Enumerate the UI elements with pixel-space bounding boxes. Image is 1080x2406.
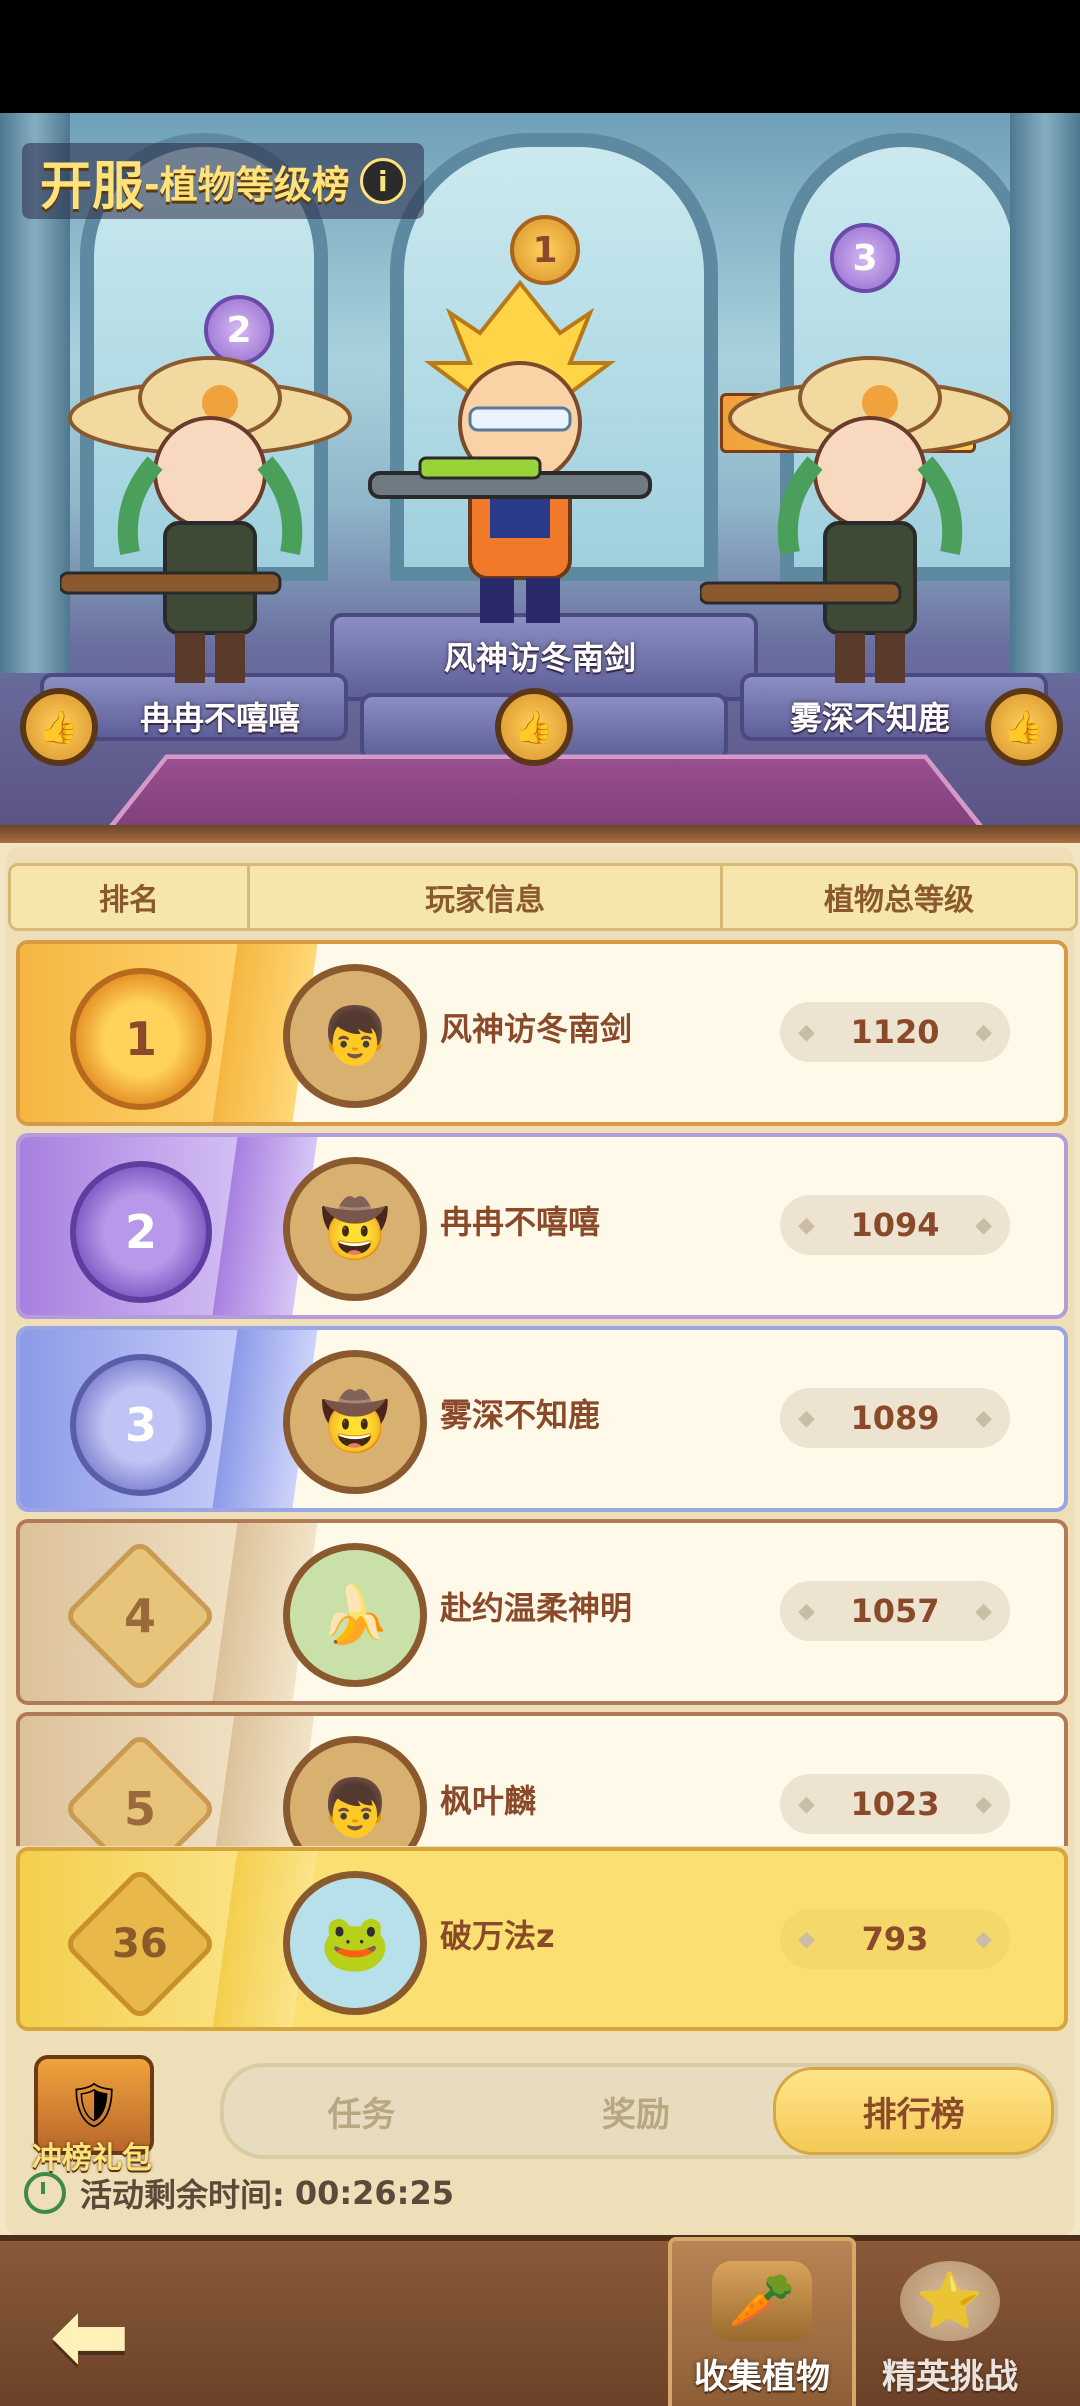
rank-number: 4	[123, 1588, 157, 1643]
timer-label: 活动剩余时间:	[80, 2176, 285, 2214]
player-avatar-icon: 👦	[320, 1004, 390, 1069]
player-name: 破万法z	[440, 1917, 555, 1955]
avatar[interactable]: 🐸	[283, 1871, 427, 2015]
podium-scene: 开服 -植物等级榜 i 1 风神访冬南剑 👍 2 冉冉不嘻嘻 👍 3 训练大师	[0, 113, 1080, 825]
pillar	[1010, 113, 1080, 673]
tab-rewards[interactable]: 奖励	[499, 2067, 774, 2155]
thumbs-up-icon: 👍	[514, 708, 554, 746]
like-button-3[interactable]: 👍	[985, 688, 1063, 766]
player-1-character	[368, 279, 652, 623]
tab-tasks[interactable]: 任务	[224, 2067, 499, 2155]
player-avatar-icon: 👦	[320, 1776, 390, 1841]
nav-collect-plants[interactable]: 🥕 收集植物	[668, 2237, 856, 2406]
plant-level-score: 1094	[780, 1195, 1010, 1255]
tab-bar: 任务 奖励 排行榜	[220, 2063, 1058, 2159]
timer-value: 00:26:25	[294, 2174, 454, 2212]
back-button[interactable]: ⬅	[30, 2280, 150, 2392]
thumbs-up-icon: 👍	[39, 708, 79, 746]
plant-level-score: 1120	[780, 1002, 1010, 1062]
rank-medal-3: 3	[830, 223, 900, 293]
plant-level-score: 1057	[780, 1581, 1010, 1641]
table-row[interactable]: 3 🤠 雾深不知鹿 1089	[16, 1326, 1068, 1512]
rank-badge-purple: 2	[70, 1161, 212, 1303]
title-sub: -植物等级榜	[144, 162, 350, 207]
rank-badge-gold: 1	[70, 968, 212, 1110]
tab-leaderboard[interactable]: 排行榜	[773, 2067, 1055, 2155]
back-arrow-icon: ⬅	[49, 2280, 131, 2392]
title-main: 开服	[40, 156, 145, 217]
rank-number: 5	[123, 1781, 157, 1836]
player-2-character	[60, 356, 352, 683]
avatar[interactable]: 🤠	[283, 1157, 427, 1301]
info-icon[interactable]: i	[359, 158, 406, 204]
elite-badge-icon: ⭐	[900, 2261, 1000, 2341]
nav-label: 精英挑战	[882, 2357, 1018, 2397]
header-rank: 排名	[99, 883, 159, 918]
thumbs-up-icon: 👍	[1004, 708, 1044, 746]
player-name: 冉冉不嘻嘻	[440, 1203, 601, 1241]
vegetable-basket-icon: 🥕	[712, 2261, 812, 2341]
avatar[interactable]: 🤠	[283, 1350, 427, 1494]
player-avatar-icon: 🐸	[320, 1911, 390, 1976]
player-avatar-icon: 🤠	[320, 1390, 390, 1455]
rank-number: 36	[112, 1920, 168, 1967]
status-bar	[0, 0, 1080, 113]
event-timer: 活动剩余时间: 00:26:25	[24, 2170, 454, 2216]
my-rank-row[interactable]: 36 🐸 破万法z 793	[16, 1847, 1068, 2031]
header-plant-level: 植物总等级	[824, 883, 974, 918]
leaderboard-panel: 排名 玩家信息 植物总等级 1 👦 风神访冬南剑 1120 2 🤠 冉冉不嘻嘻 …	[0, 825, 1080, 2237]
header-player-info: 玩家信息	[425, 883, 545, 918]
avatar[interactable]: 👦	[283, 964, 427, 1108]
player-name: 赴约温柔神明	[440, 1589, 633, 1627]
player-name: 风神访冬南剑	[440, 1010, 633, 1048]
rank-badge-blue: 3	[70, 1354, 212, 1496]
player-name: 枫叶麟	[440, 1782, 537, 1820]
table-header: 排名 玩家信息 植物总等级	[8, 863, 1078, 931]
table-row[interactable]: 5 👦 枫叶麟 1023	[16, 1712, 1068, 1846]
clock-icon	[24, 2172, 66, 2214]
player-name: 雾深不知鹿	[440, 1396, 601, 1434]
page-title: 开服 -植物等级榜 i	[22, 143, 424, 219]
player-avatar-icon: 🤠	[320, 1197, 390, 1262]
plant-level-score: 1089	[780, 1388, 1010, 1448]
nav-elite-challenge[interactable]: ⭐ 精英挑战	[860, 2241, 1040, 2406]
player-1-name: 风神访冬南剑	[443, 639, 636, 677]
player-2-name: 冉冉不嘻嘻	[139, 699, 300, 737]
bottom-nav: ⬅ 🥕 收集植物 ⭐ 精英挑战	[0, 2235, 1080, 2406]
table-row[interactable]: 1 👦 风神访冬南剑 1120	[16, 940, 1068, 1126]
plant-level-score: 1023	[780, 1774, 1010, 1834]
table-row[interactable]: 2 🤠 冉冉不嘻嘻 1094	[16, 1133, 1068, 1319]
carpet	[87, 754, 1005, 825]
plant-level-score: 793	[780, 1909, 1010, 1969]
avatar[interactable]: 🍌	[283, 1543, 427, 1687]
player-avatar-icon: 🍌	[320, 1583, 390, 1648]
player-3-character	[700, 356, 1012, 683]
nav-label: 收集植物	[694, 2357, 830, 2397]
like-button-1[interactable]: 👍	[495, 688, 573, 766]
like-button-2[interactable]: 👍	[20, 688, 98, 766]
table-row[interactable]: 4 🍌 赴约温柔神明 1057	[16, 1519, 1068, 1705]
panel-rim	[0, 825, 1080, 843]
player-3-name: 雾深不知鹿	[789, 699, 950, 737]
